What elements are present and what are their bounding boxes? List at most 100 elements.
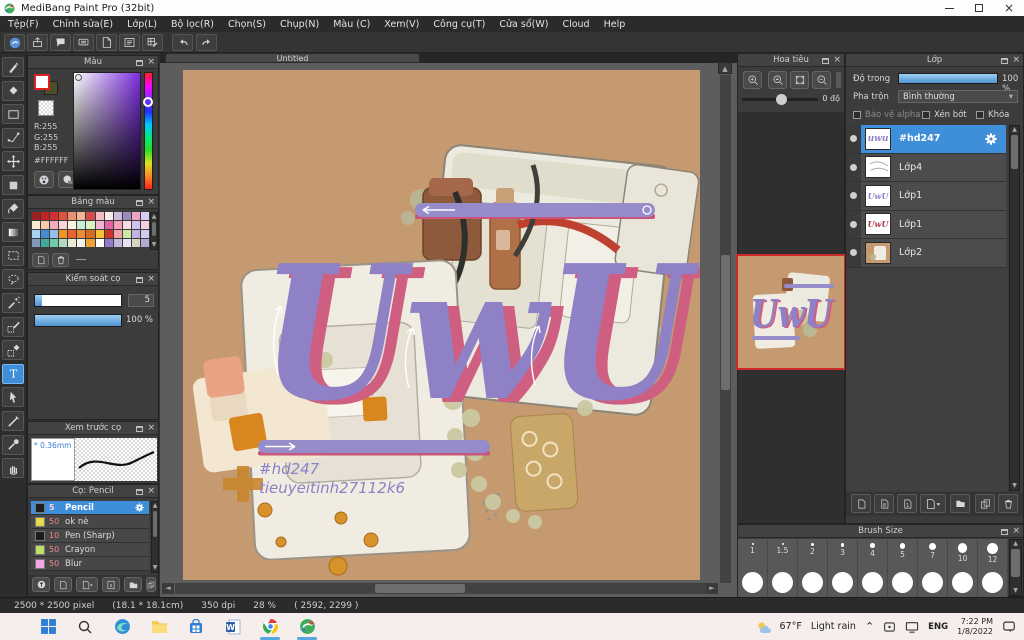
sv-picker-cursor[interactable] <box>75 74 82 81</box>
brush-list-scrollbar[interactable]: ▲ ▼ <box>151 501 159 573</box>
brush-size-large-4[interactable] <box>858 569 888 597</box>
redo-button[interactable] <box>196 34 217 51</box>
palette-swatch-33[interactable] <box>95 230 104 238</box>
clock[interactable]: 7:22 PM 1/8/2022 <box>957 617 993 636</box>
brush-size-large-8[interactable] <box>978 569 1008 597</box>
brush-size-1[interactable]: 1 <box>738 539 768 569</box>
palette-swatch-3[interactable] <box>59 212 68 220</box>
brush-size-slider[interactable] <box>34 294 122 307</box>
brush-item-blur[interactable]: 50 Blur <box>31 557 149 571</box>
layer-row-1[interactable]: Lớp4 <box>846 153 1006 182</box>
close-icon[interactable]: × <box>147 58 155 67</box>
fill-rect-tool[interactable] <box>2 175 24 195</box>
select-tool[interactable] <box>2 245 24 266</box>
scroll-up-icon[interactable]: ▲ <box>1010 126 1019 134</box>
palette-swatch-27[interactable] <box>41 230 50 238</box>
brush-item-ok-n-[interactable]: 50 ok nè <box>31 515 149 529</box>
rotation-slider-knob[interactable] <box>776 94 787 105</box>
popout-icon[interactable] <box>136 425 144 432</box>
menu-item-1[interactable]: Chỉnh sửa(E) <box>53 19 114 30</box>
palette-swatch-22[interactable] <box>113 221 122 229</box>
delete-layer-button[interactable] <box>998 494 1018 513</box>
palette-mode-button[interactable] <box>34 171 54 188</box>
new-1bit-layer-button[interactable]: 1 <box>897 494 917 513</box>
menu-item-6[interactable]: Màu (C) <box>333 19 370 30</box>
popout-icon[interactable] <box>136 276 144 283</box>
palette-swatch-14[interactable] <box>41 221 50 229</box>
tray-app-icon[interactable] <box>883 621 896 633</box>
start-button[interactable] <box>36 615 60 639</box>
popout-icon[interactable] <box>136 199 144 206</box>
palette-swatch-28[interactable] <box>50 230 59 238</box>
medibang-taskbar-button[interactable] <box>295 615 319 640</box>
popout-icon[interactable] <box>1001 57 1009 64</box>
zoom-in-button[interactable] <box>743 71 762 89</box>
medibang-cloud-button[interactable] <box>4 34 25 51</box>
canvas-hscrollbar[interactable] <box>175 583 715 594</box>
palette-swatch-48[interactable] <box>113 239 122 247</box>
layer-gear-icon[interactable] <box>984 132 998 146</box>
close-icon[interactable]: × <box>147 487 155 496</box>
palette-swatch-11[interactable] <box>131 212 140 220</box>
palette-swatch-19[interactable] <box>86 221 95 229</box>
alpha-protect-checkbox[interactable]: Bảo vệ alpha <box>853 110 920 120</box>
brush-size-large-7[interactable] <box>948 569 978 597</box>
material-list-button[interactable] <box>119 34 140 51</box>
canvas-vscrollbar[interactable] <box>720 75 731 583</box>
palette-swatch-15[interactable] <box>50 221 59 229</box>
canvas-artwork[interactable]: UwU UwU #hd247 tieuyeitinh27112k6 <box>183 70 700 580</box>
hue-cursor[interactable] <box>143 97 153 107</box>
layer-visibility-toggle[interactable] <box>846 210 861 238</box>
network-icon[interactable] <box>905 621 919 633</box>
scroll-down-icon[interactable]: ▼ <box>151 241 157 249</box>
menu-item-4[interactable]: Chọn(S) <box>228 19 266 30</box>
palette-swatch-40[interactable] <box>41 239 50 247</box>
annotation-button[interactable] <box>73 34 94 51</box>
select-pen-tool[interactable] <box>2 316 24 337</box>
grid-edit-button[interactable] <box>142 34 163 51</box>
scroll-up-icon[interactable]: ▲ <box>151 213 157 221</box>
brush-size-scrollbar[interactable]: ▲ ▼ <box>1009 539 1022 596</box>
brush-size-large-3[interactable] <box>828 569 858 597</box>
palette-swatch-20[interactable] <box>95 221 104 229</box>
palette-swatch-8[interactable] <box>104 212 113 220</box>
canvas-scroll-left[interactable]: ◄ <box>162 583 174 594</box>
lock-checkbox[interactable]: Khóa <box>976 110 1009 120</box>
fit-screen-button[interactable] <box>790 71 809 89</box>
file-explorer-button[interactable] <box>147 615 171 639</box>
close-button[interactable]: × <box>994 0 1024 16</box>
divide-tool[interactable] <box>2 411 24 431</box>
clipping-checkbox[interactable]: Xén bớt <box>922 110 967 120</box>
layer-visibility-toggle[interactable] <box>846 239 861 267</box>
close-icon[interactable]: × <box>147 275 155 284</box>
brush-size-large-6[interactable] <box>918 569 948 597</box>
menu-item-9[interactable]: Cửa sổ(W) <box>499 19 548 30</box>
popout-icon[interactable] <box>136 59 144 66</box>
palette-swatch-1[interactable] <box>41 212 50 220</box>
palette-swatch-18[interactable] <box>77 221 86 229</box>
palette-swatch-6[interactable] <box>86 212 95 220</box>
palette-swatch-26[interactable] <box>32 230 41 238</box>
palette-swatch-30[interactable] <box>68 230 77 238</box>
palette-swatch-9[interactable] <box>113 212 122 220</box>
palette-swatch-39[interactable] <box>32 239 41 247</box>
close-icon[interactable]: × <box>147 198 155 207</box>
lasso-tool[interactable] <box>2 269 24 290</box>
palette-swatch-5[interactable] <box>77 212 86 220</box>
menu-item-10[interactable]: Cloud <box>562 19 589 30</box>
brush-size-10[interactable]: 10 <box>948 539 978 569</box>
canvas-scroll-right[interactable]: ► <box>706 583 718 594</box>
brush-size-large-5[interactable] <box>888 569 918 597</box>
menu-item-3[interactable]: Bộ lọc(R) <box>171 19 214 30</box>
tray-chevron-icon[interactable]: ⌃ <box>865 620 874 633</box>
close-icon[interactable]: × <box>147 424 155 433</box>
rotation-slider[interactable] <box>742 94 818 105</box>
magic-wand-tool[interactable] <box>2 293 24 313</box>
palette-swatch-45[interactable] <box>86 239 95 247</box>
layer-row-3[interactable]: UwU Lớp1 <box>846 210 1006 239</box>
palette-swatch-25[interactable] <box>140 221 149 229</box>
palette-swatch-51[interactable] <box>140 239 149 247</box>
search-button[interactable] <box>73 615 97 639</box>
scroll-up-icon[interactable]: ▲ <box>152 502 158 510</box>
brush-size-5[interactable]: 5 <box>888 539 918 569</box>
